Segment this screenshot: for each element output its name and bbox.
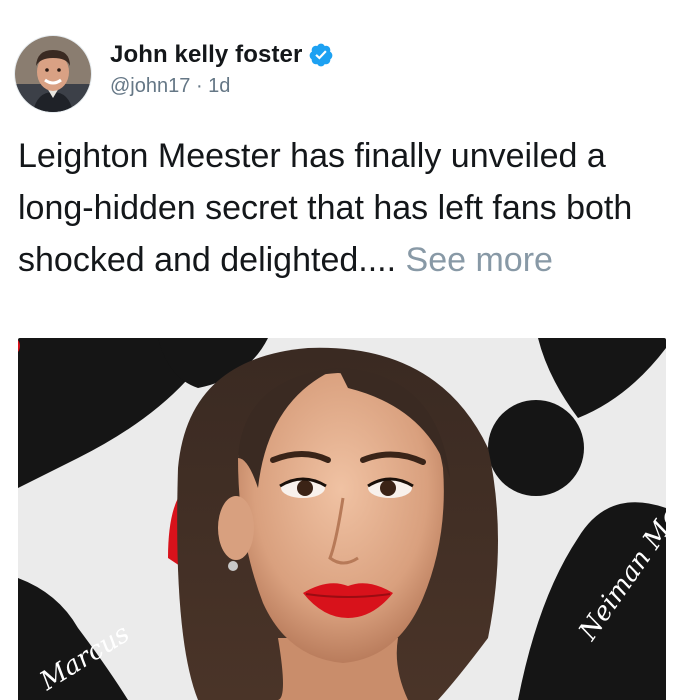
- handle-row: @john17 · 1d: [110, 75, 334, 98]
- author-name[interactable]: John kelly foster: [110, 41, 302, 69]
- tweet-text: Leighton Meester has finally unveiled a …: [18, 130, 688, 286]
- tweet-media-photo[interactable]: Marcus Neiman Marcus: [18, 338, 666, 700]
- tweet-header: John kelly foster @john17 · 1d: [14, 35, 334, 113]
- photo-illustration: Marcus Neiman Marcus: [18, 338, 666, 700]
- tweet-card: John kelly foster @john17 · 1d Leighton …: [0, 0, 700, 700]
- tweet-time[interactable]: 1d: [208, 75, 230, 97]
- see-more-link[interactable]: See more: [406, 241, 553, 279]
- author-handle[interactable]: @john17: [110, 75, 190, 97]
- verified-badge-icon: [308, 42, 334, 68]
- separator-dot: ·: [195, 74, 203, 97]
- author-meta: John kelly foster @john17 · 1d: [110, 41, 334, 98]
- author-avatar[interactable]: [14, 35, 92, 113]
- backdrop-dot-right: [488, 400, 584, 496]
- name-row: John kelly foster: [110, 41, 334, 69]
